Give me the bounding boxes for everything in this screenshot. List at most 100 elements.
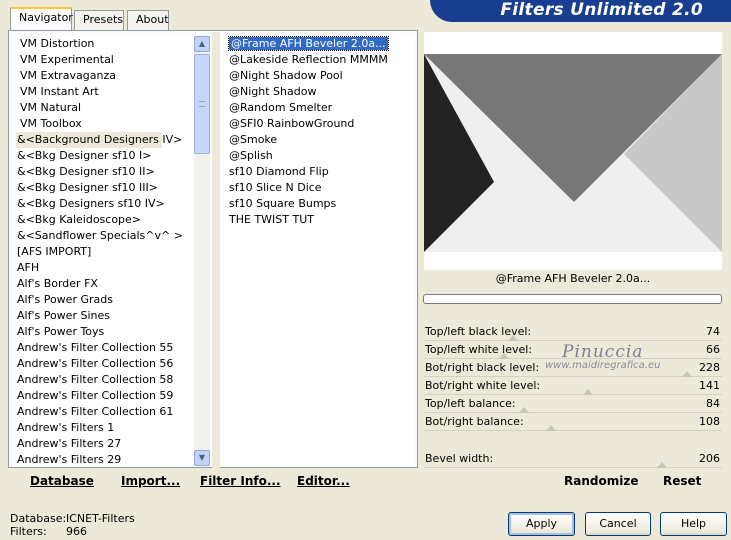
category-item[interactable]: VM Extravaganza <box>16 68 194 84</box>
category-item[interactable]: &<Bkg Kaleidoscope> <box>16 212 194 228</box>
filter-item[interactable]: @Random Smelter <box>224 100 414 116</box>
category-item[interactable]: VM Distortion <box>16 36 194 52</box>
category-item[interactable]: &<Bkg Designer sf10 II> <box>16 164 194 180</box>
param-value: 108 <box>699 415 720 428</box>
filter-preview <box>424 32 722 270</box>
category-item[interactable]: VM Experimental <box>16 52 194 68</box>
category-item[interactable]: Andrew's Filter Collection 55 <box>16 340 194 356</box>
filter-item[interactable]: @Lakeside Reflection MMMM <box>224 52 414 68</box>
reset-button[interactable]: Reset <box>663 474 701 488</box>
filter-item[interactable]: sf10 Square Bumps <box>224 196 414 212</box>
filter-item[interactable]: THE TWIST TUT <box>224 212 414 228</box>
database-info-value: ICNET-Filters <box>66 512 135 525</box>
scroll-thumb[interactable] <box>194 54 210 154</box>
grip-icon <box>199 101 205 107</box>
database-info-label: Database: <box>10 512 67 525</box>
category-item[interactable]: AFH <box>16 260 194 276</box>
filter-list[interactable]: @Frame AFH Beveler 2.0a... @Lakeside Refl… <box>224 36 414 466</box>
database-button-label: Database <box>30 474 94 488</box>
filter-item-label: sf10 Square Bumps <box>229 197 337 210</box>
category-item[interactable]: VM Instant Art <box>16 84 194 100</box>
cancel-button[interactable]: Cancel <box>585 512 651 536</box>
param-label: Bot/right balance: <box>425 415 524 428</box>
category-item[interactable]: &<Bkg Designers sf10 IV> <box>16 196 194 212</box>
apply-button[interactable]: Apply <box>508 512 575 536</box>
app-banner: Filters Unlimited 2.0 <box>430 0 731 22</box>
progress-bar <box>423 294 722 304</box>
param-slider[interactable]: Bot/right white level: 141 <box>424 377 722 395</box>
category-item[interactable]: Alf's Power Sines <box>16 308 194 324</box>
param-label: Bot/right white level: <box>425 379 541 392</box>
randomize-button[interactable]: Randomize <box>564 474 638 488</box>
param-slider[interactable]: Top/left balance: 84 <box>424 395 722 413</box>
category-item[interactable]: [AFS IMPORT] <box>16 244 194 260</box>
filter-item-label: THE TWIST TUT <box>229 213 314 226</box>
category-item[interactable]: Alf's Power Toys <box>16 324 194 340</box>
category-item[interactable]: VM Natural <box>16 100 194 116</box>
slider-knob[interactable] <box>546 425 556 431</box>
watermark-name: Pinuccia <box>562 342 644 362</box>
filter-item-label: @Night Shadow <box>229 85 317 98</box>
filter-info-button[interactable]: Filter Info... <box>200 474 281 488</box>
filter-item-label: @Frame AFH Beveler 2.0a... <box>228 36 389 51</box>
param-value: 228 <box>699 361 720 374</box>
slider-track <box>424 467 722 468</box>
filter-item[interactable]: @Night Shadow <box>224 84 414 100</box>
category-item[interactable]: Andrew's Filter Collection 61 <box>16 404 194 420</box>
scroll-up-button[interactable]: ▲ <box>194 36 210 52</box>
filter-item[interactable]: @Night Shadow Pool <box>224 68 414 84</box>
category-list[interactable]: VM Distortion VM Experimental VM Extravaga… <box>16 36 194 466</box>
category-item[interactable]: Andrew's Filters 1 <box>16 420 194 436</box>
tab-navigator[interactable]: Navigator <box>10 7 73 31</box>
filters-info-label: Filters: <box>10 525 47 538</box>
category-item[interactable]: Andrew's Filter Collection 59 <box>16 388 194 404</box>
filter-item[interactable]: @Splish <box>224 148 414 164</box>
param-label: Top/left black level: <box>425 325 532 338</box>
filter-item-label: @Night Shadow Pool <box>229 69 343 82</box>
filter-item[interactable]: @Smoke <box>224 132 414 148</box>
category-item[interactable]: Alf's Border FX <box>16 276 194 292</box>
filter-item-label: @Lakeside Reflection MMMM <box>229 53 388 66</box>
scroll-down-button[interactable]: ▼ <box>194 450 210 466</box>
category-item[interactable]: &<Bkg Designer sf10 I> <box>16 148 194 164</box>
filter-item[interactable]: sf10 Slice N Dice <box>224 180 414 196</box>
filter-item-label: @SFI0 RainbowGround <box>229 117 355 130</box>
filter-item[interactable]: @Frame AFH Beveler 2.0a... <box>224 36 414 52</box>
category-item[interactable]: &<Bkg Designer sf10 III> <box>16 180 194 196</box>
selected-filter-name: @Frame AFH Beveler 2.0a... <box>495 272 651 285</box>
filter-item-label: @Smoke <box>229 133 278 146</box>
category-item[interactable]: &<Sandflower Specials^v^ > <box>16 228 194 244</box>
import-button[interactable]: Import... <box>121 474 180 488</box>
category-item[interactable]: Andrew's Filter Collection 58 <box>16 372 194 388</box>
tab-presets-label: Presets <box>83 13 124 26</box>
category-item[interactable]: VM Toolbox <box>16 116 194 132</box>
watermark-site: www.maidiregrafica.eu <box>545 360 661 371</box>
category-item[interactable]: Andrew's Filters 29 <box>16 452 194 466</box>
param-slider[interactable]: Bot/right balance: 108 <box>424 413 722 431</box>
editor-button-label: Editor... <box>297 474 350 488</box>
tab-presets[interactable]: Presets <box>74 10 124 30</box>
watermark: Pinuccia www.maidiregrafica.eu <box>545 342 660 371</box>
param-value: 206 <box>699 452 720 465</box>
param-value: 141 <box>699 379 720 392</box>
category-item[interactable]: &<Background Designers IV> <box>16 132 182 148</box>
filter-item[interactable]: sf10 Diamond Flip <box>224 164 414 180</box>
database-info: Database:ICNET-Filters <box>10 512 135 525</box>
param-slider[interactable]: Top/left black level: 74 <box>424 323 722 341</box>
tab-about[interactable]: About <box>127 10 169 30</box>
category-item[interactable]: Alf's Power Grads <box>16 292 194 308</box>
help-button[interactable]: Help <box>660 512 727 536</box>
filter-item-label: @Random Smelter <box>229 101 333 114</box>
category-item[interactable]: Andrew's Filter Collection 56 <box>16 356 194 372</box>
param-slider[interactable]: Bevel width: 206 <box>424 450 722 468</box>
param-value: 66 <box>706 343 720 356</box>
editor-button[interactable]: Editor... <box>297 474 350 488</box>
category-item[interactable]: Andrew's Filters 27 <box>16 436 194 452</box>
param-label: Top/left balance: <box>425 397 516 410</box>
tab-about-label: About <box>136 13 169 26</box>
filter-item[interactable]: @SFI0 RainbowGround <box>224 116 414 132</box>
category-scrollbar[interactable]: ▲ ▼ <box>194 36 210 466</box>
slider-knob[interactable] <box>657 462 667 468</box>
param-label: Top/left white level: <box>425 343 533 356</box>
database-button[interactable]: Database <box>30 474 94 488</box>
